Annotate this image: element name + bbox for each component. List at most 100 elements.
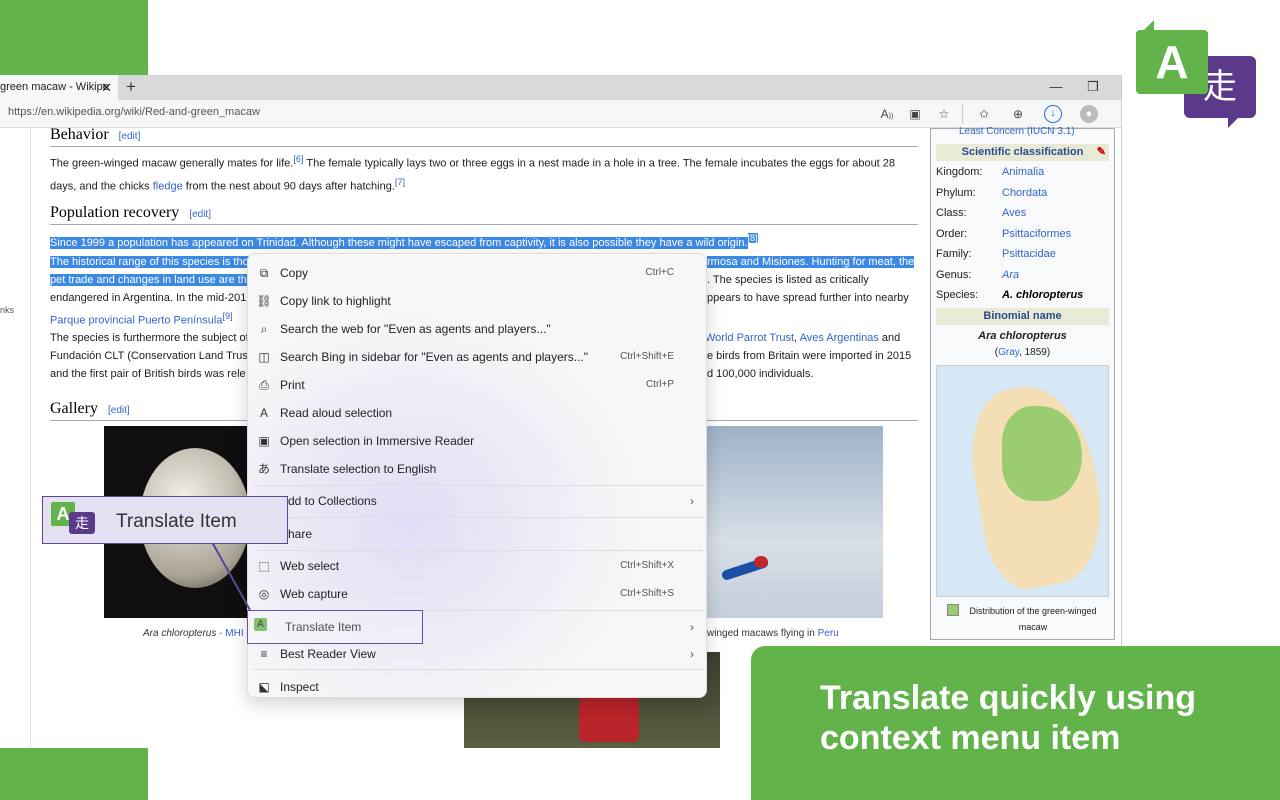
row-label: Species:	[936, 289, 979, 301]
menu-item-web-select[interactable]: ⬚ Web select Ctrl+Shift+X	[248, 552, 708, 580]
tab-bar: green macaw - Wikipe ✕ + — ❐	[0, 75, 1121, 100]
paragraph-3d: e birds from Britain were imported in 20…	[707, 347, 918, 365]
menu-item-translate-selection[interactable]: あ Translate selection to English	[248, 455, 708, 483]
sci-class-header: Scientific classification ✎	[936, 144, 1109, 161]
macaws-flying-image[interactable]	[706, 426, 883, 618]
gray-link[interactable]: Gray	[998, 347, 1019, 358]
translate-item-callout: A 走 Translate Item	[42, 496, 288, 544]
aves-link[interactable]: Aves Argentinas	[800, 332, 879, 344]
menu-item-label: Inspect	[280, 680, 319, 694]
menu-item-reader-view[interactable]: ≡ Best Reader View ›	[248, 640, 708, 668]
behavior-heading-text: Behavior	[50, 126, 109, 143]
legend-swatch	[947, 604, 959, 616]
wpt-link[interactable]: World Parrot Trust	[705, 332, 794, 344]
row-value: A. chloropterus	[1002, 289, 1084, 301]
menu-item-print[interactable]: ⎙ Print Ctrl+P	[248, 371, 708, 399]
menu-item-share[interactable]: ↗Share	[248, 520, 708, 548]
macaw-head	[754, 556, 768, 568]
menu-item-immersive-reader[interactable]: ▣ Open selection in Immersive Reader	[248, 427, 708, 455]
read-aloud-icon[interactable]: A))	[878, 105, 896, 123]
submenu-arrow-icon: ›	[690, 620, 694, 634]
paragraph-text: endangered in Argentina. In the mid-201	[50, 292, 247, 304]
menu-item-inspect[interactable]: ⬕ Inspect	[248, 673, 708, 701]
immersive-reader-icon[interactable]: ▣	[906, 105, 924, 123]
edit-link[interactable]: edit	[192, 209, 208, 220]
row-value[interactable]: Animalia	[1002, 166, 1044, 178]
menu-item-copy-link[interactable]: ⛓ Copy link to highlight	[248, 287, 708, 315]
caption-link[interactable]: - MHI	[216, 628, 243, 639]
paragraph-text: and	[878, 332, 901, 344]
population-line-2b: . The species is listed as critically	[707, 271, 918, 289]
menu-item-web-capture[interactable]: ◎ Web capture Ctrl+Shift+S	[248, 580, 708, 608]
logo-kanji-tail	[1228, 116, 1240, 128]
menu-item-label: Web capture	[280, 587, 348, 601]
row-value[interactable]: Aves	[1002, 207, 1026, 219]
row-value[interactable]: Psittacidae	[1002, 248, 1056, 260]
translate-item-highlight	[247, 610, 423, 644]
minimize-button[interactable]: —	[1046, 77, 1066, 97]
downloads-icon[interactable]: ↓	[1044, 105, 1062, 123]
conservation-status[interactable]: Least Concern (IUCN 3.1)	[959, 126, 1075, 137]
menu-item-copy[interactable]: ⧉ Copy Ctrl+C	[248, 259, 708, 287]
profile-icon[interactable]: ●	[1080, 105, 1098, 123]
row-label: Kingdom:	[936, 166, 983, 178]
population-line-3a: endangered in Argentina. In the mid-201	[50, 289, 250, 307]
extension-logo: 走 A	[1136, 20, 1261, 135]
population-line-2a: pet trade and changes in land use are th	[50, 271, 250, 289]
menu-item-label: Translate selection to English	[280, 462, 437, 476]
edit-pencil-icon[interactable]: ✎	[1097, 144, 1106, 161]
add-favorite-icon[interactable]: ☆	[935, 105, 953, 123]
menu-item-search-sidebar[interactable]: ◫ Search Bing in sidebar for "Even as age…	[248, 343, 708, 371]
fledge-link[interactable]: fledge	[153, 180, 183, 192]
edit-link[interactable]: edit	[111, 405, 127, 416]
row-value[interactable]: Chordata	[1002, 187, 1047, 199]
menu-item-shortcut: Ctrl+P	[645, 379, 674, 390]
copy-icon: ⧉	[259, 266, 269, 280]
sci-class-title: Scientific classification	[961, 146, 1084, 158]
tab-wikipedia[interactable]: green macaw - Wikipe ✕	[0, 75, 118, 100]
menu-item-read-aloud[interactable]: A Read aloud selection	[248, 399, 708, 427]
menu-item-label: Print	[280, 378, 305, 392]
ref-link[interactable]: [7]	[395, 177, 405, 187]
paragraph-text: and the first pair of British birds was …	[50, 368, 246, 380]
behavior-paragraph: The green-winged macaw generally mates f…	[50, 150, 918, 195]
menu-separator	[253, 669, 703, 670]
ref-link[interactable]: [8]	[747, 233, 758, 243]
caption-text: winged macaws flying in	[707, 628, 818, 639]
menu-item-shortcut: Ctrl+Shift+E	[620, 351, 674, 362]
paragraph-3a: The species is furthermore the subject o…	[50, 329, 250, 347]
favorites-icon[interactable]: ✩	[975, 105, 993, 123]
row-label: Family:	[936, 248, 972, 260]
distribution-map[interactable]	[936, 365, 1109, 597]
parque-link[interactable]: Parque provincial Puerto Península	[50, 315, 222, 327]
edit-link[interactable]: edit	[121, 131, 137, 142]
menu-item-label: Best Reader View	[280, 647, 376, 661]
menu-separator	[253, 485, 703, 486]
restore-button[interactable]: ❐	[1083, 77, 1103, 97]
address-bar: https://en.wikipedia.org/wiki/Red-and-gr…	[0, 100, 1121, 128]
peru-link[interactable]: Peru	[818, 628, 839, 639]
paragraph-3f: d 100,000 individuals.	[707, 365, 918, 383]
submenu-arrow-icon: ›	[690, 647, 694, 661]
paragraph-text: d 100,000 individuals.	[707, 368, 814, 380]
gallery-heading-text: Gallery	[50, 400, 98, 417]
collections-icon[interactable]: ⊕	[1009, 105, 1027, 123]
ref-link[interactable]: [9]	[222, 311, 232, 321]
ref-link[interactable]: [6]	[293, 154, 303, 164]
paragraph-3c: Fundación CLT (Conservation Land Trus	[50, 347, 250, 365]
gallery-caption-right: winged macaws flying in Peru	[707, 628, 839, 639]
menu-item-shortcut: Ctrl+Shift+S	[620, 588, 674, 599]
search-icon: ⌕	[260, 322, 268, 336]
paragraph-3b: World Parrot Trust, Aves Argentinas and	[705, 329, 918, 347]
row-value[interactable]: Ara	[1002, 269, 1019, 281]
print-icon: ⎙	[259, 378, 269, 392]
promo-banner: Translate quickly using context menu ite…	[751, 646, 1280, 800]
menu-item-search-web[interactable]: ⌕ Search the web for "Even as agents and …	[248, 315, 708, 343]
row-value[interactable]: Psittaciformes	[1002, 228, 1071, 240]
menu-item-collections[interactable]: ⊞Add to Collections›	[248, 487, 708, 515]
new-tab-button[interactable]: +	[122, 77, 140, 97]
menu-item-label: Search the web for "Even as agents and p…	[280, 322, 551, 336]
url-input[interactable]: https://en.wikipedia.org/wiki/Red-and-gr…	[8, 106, 260, 118]
tab-close-icon[interactable]: ✕	[101, 75, 112, 100]
behavior-text: from the nest about 90 days after hatchi…	[182, 180, 395, 193]
